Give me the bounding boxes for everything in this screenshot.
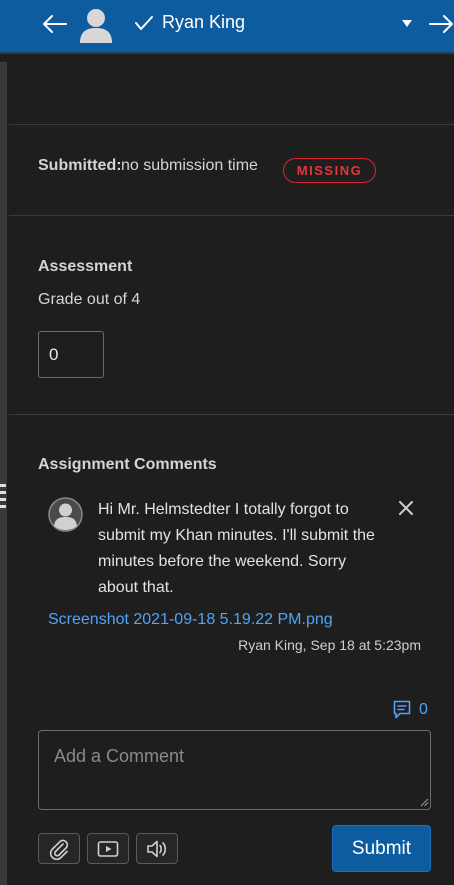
comment-icon [393,700,411,719]
caret-down-icon[interactable] [402,20,412,28]
comment-count[interactable]: 0 [393,698,428,722]
assessment-heading: Assessment [38,258,133,275]
comment-author-time: Ryan King, Sep 18 at 5:23pm [238,637,421,653]
media-comment-button[interactable] [87,833,129,864]
video-icon [97,840,119,857]
comment-count-value: 0 [419,701,428,718]
status-badge: MISSING [283,158,376,183]
audio-comment-button[interactable] [136,833,178,864]
submitted-label: Submitted: [38,157,122,174]
grade-label: Grade out of 4 [38,291,141,308]
arrow-left-icon[interactable] [40,12,68,36]
grade-input[interactable] [38,331,104,378]
speaker-icon [147,840,167,857]
close-icon[interactable] [396,498,416,518]
comments-heading: Assignment Comments [38,456,217,473]
left-panel-edge [0,62,7,885]
drag-handle-icon[interactable] [0,483,6,509]
attachment-link[interactable]: Screenshot 2021-09-18 5.19.22 PM.png [48,611,333,629]
comment-input[interactable] [38,730,431,810]
student-name[interactable]: Ryan King [162,12,245,33]
divider [9,414,454,415]
divider [9,215,454,216]
resize-handle-icon[interactable] [420,798,429,807]
avatar-icon [48,497,83,532]
submitted-time: no submission time [121,157,258,174]
attach-file-button[interactable] [38,833,80,864]
avatar-icon[interactable] [78,5,114,43]
divider [9,124,454,125]
paperclip-icon [49,839,69,860]
arrow-right-icon[interactable] [428,12,454,36]
comment-text: Hi Mr. Helmstedter I totally forgot to s… [98,501,375,596]
student-header: Ryan King [0,0,454,54]
checkmark-icon [135,16,153,30]
submit-button[interactable]: Submit [332,825,431,872]
